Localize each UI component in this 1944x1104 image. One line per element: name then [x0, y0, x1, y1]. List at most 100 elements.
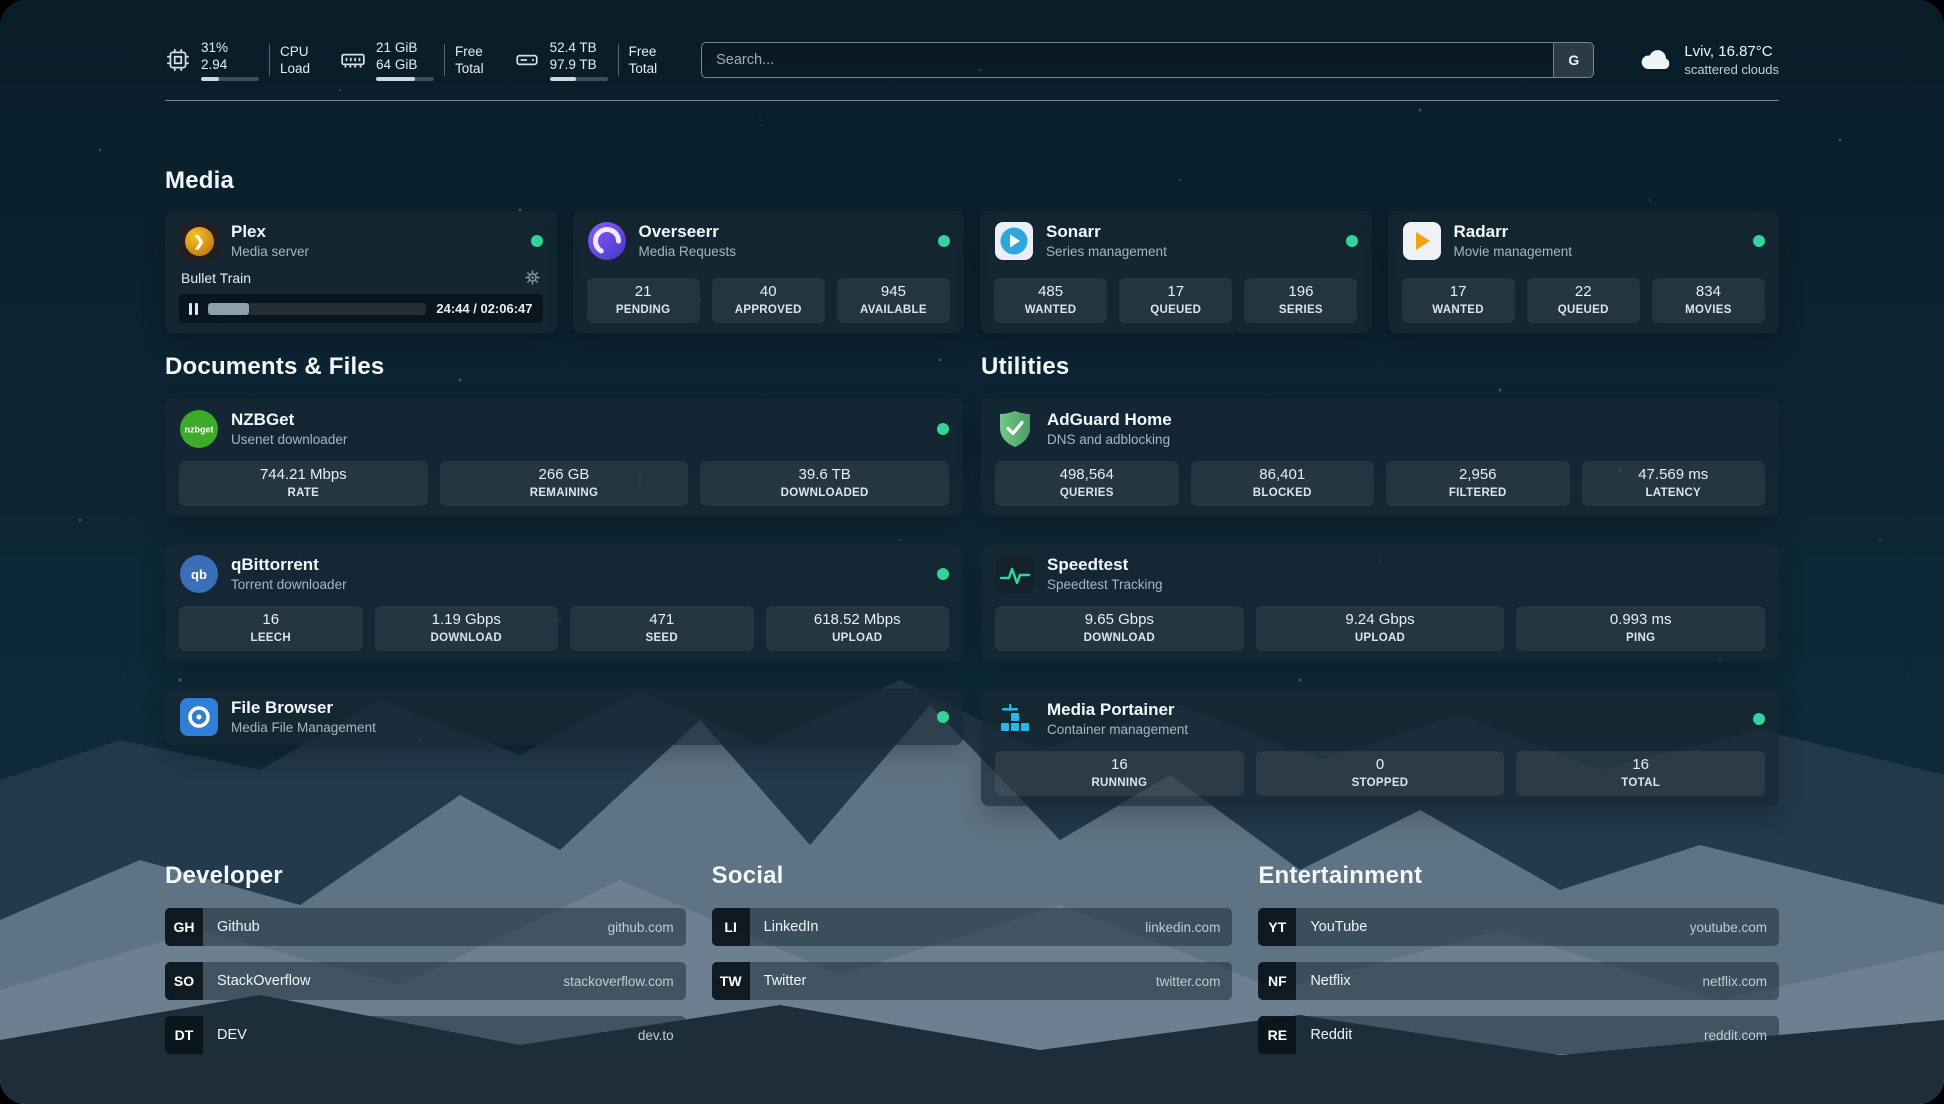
- stat-value: 22: [1531, 283, 1636, 301]
- bookmark-name: Github: [217, 919, 260, 935]
- stat-tile: 16 TOTAL: [1516, 751, 1765, 796]
- bookmarks-social: Social LILinkedInlinkedin.comTWTwittertw…: [712, 862, 1233, 1070]
- card-adguard[interactable]: AdGuard Home DNS and adblocking 498,564Q…: [981, 399, 1779, 516]
- overseerr-stats: 21PENDING40APPROVED945AVAILABLE: [587, 266, 951, 323]
- status-dot: [937, 423, 949, 435]
- status-dot: [531, 235, 543, 247]
- stat-tile: 744.21 MbpsRATE: [179, 461, 428, 506]
- card-subtitle: DNS and adblocking: [1047, 432, 1172, 448]
- card-nzbget[interactable]: nzbget NZBGet Usenet downloader 744.21 M…: [165, 399, 963, 516]
- cloud-icon: [1638, 42, 1674, 78]
- bookmark-reddit[interactable]: RERedditreddit.com: [1258, 1016, 1779, 1054]
- sonarr-icon: [994, 221, 1034, 261]
- bookmark-stackoverflow[interactable]: SOStackOverflowstackoverflow.com: [165, 962, 686, 1000]
- bookmark-youtube[interactable]: YT YouTube youtube.com: [1258, 908, 1779, 946]
- bookmark-url: stackoverflow.com: [563, 974, 673, 989]
- card-title: NZBGet: [231, 410, 347, 430]
- bookmark-url: dev.to: [638, 1028, 674, 1043]
- header-divider: [165, 100, 1779, 101]
- bookmark-netflix[interactable]: NFNetflixnetflix.com: [1258, 962, 1779, 1000]
- disk-icon: [514, 47, 540, 73]
- card-overseerr[interactable]: Overseerr Media Requests 21PENDING40APPR…: [573, 211, 965, 333]
- stat-value: 47.569 ms: [1586, 466, 1762, 484]
- bookmark-linkedin[interactable]: LILinkedInlinkedin.com: [712, 908, 1233, 946]
- card-plex[interactable]: ❯ Plex Media server Bullet Train: [165, 211, 557, 333]
- qbittorrent-stats: 16LEECH1.19 GbpsDOWNLOAD471SEED618.52 Mb…: [179, 594, 949, 651]
- stat-value: 498,564: [999, 466, 1175, 484]
- stat-value: 16: [183, 611, 359, 629]
- stat-label: QUEUED: [1123, 304, 1228, 317]
- stat-value: 834: [1656, 283, 1761, 301]
- stat-value: 39.6 TB: [704, 466, 945, 484]
- stat-label: DOWNLOAD: [999, 632, 1240, 645]
- now-playing-title: Bullet Train: [181, 270, 251, 286]
- speedtest-stats: 9.65 GbpsDOWNLOAD9.24 GbpsUPLOAD0.993 ms…: [995, 594, 1765, 651]
- stat-tile: 9.65 GbpsDOWNLOAD: [995, 606, 1244, 651]
- search-provider-button[interactable]: G: [1553, 43, 1593, 77]
- radarr-stats: 17WANTED22QUEUED834MOVIES: [1402, 266, 1766, 323]
- card-subtitle: Torrent downloader: [231, 577, 347, 593]
- bookmark-url: linkedin.com: [1145, 920, 1220, 935]
- stat-tile: 2,956FILTERED: [1386, 461, 1570, 506]
- bookmark-name: YouTube: [1310, 919, 1367, 935]
- bookmark-icon: SO: [165, 962, 203, 1000]
- plex-now-playing: Bullet Train 24:44 / 02:06:47: [179, 261, 543, 323]
- bookmark-url: youtube.com: [1690, 920, 1767, 935]
- memory-label-2: Total: [455, 60, 484, 77]
- bookmark-icon: YT: [1258, 908, 1296, 946]
- stat-tile: 47.569 ms LATENCY: [1582, 461, 1766, 506]
- media-grid: ❯ Plex Media server Bullet Train: [165, 211, 1779, 333]
- stat-label: SEED: [574, 632, 750, 645]
- stat-label: PENDING: [591, 304, 696, 317]
- stat-label: WANTED: [998, 304, 1103, 317]
- search-input[interactable]: [702, 43, 1553, 77]
- memory-widget: 21 GiB 64 GiB Free Total: [340, 39, 484, 81]
- stat-value: 16: [1520, 756, 1761, 774]
- stat-label: TOTAL: [1520, 777, 1761, 790]
- section-title-social: Social: [712, 862, 1233, 890]
- stat-tile: 0.993 msPING: [1516, 606, 1765, 651]
- status-dot: [938, 235, 950, 247]
- card-radarr[interactable]: Radarr Movie management 17WANTED22QUEUED…: [1388, 211, 1780, 333]
- card-filebrowser[interactable]: File Browser Media File Management: [165, 689, 963, 745]
- stat-value: 266 GB: [444, 466, 685, 484]
- card-qbittorrent[interactable]: qb qBittorrent Torrent downloader 16LEEC…: [165, 544, 963, 661]
- disk-label-2: Total: [629, 60, 658, 77]
- bookmark-github[interactable]: GHGithubgithub.com: [165, 908, 686, 946]
- card-portainer[interactable]: Media Portainer Container management 16R…: [981, 689, 1779, 806]
- bookmark-icon: TW: [712, 962, 750, 1000]
- stat-label: RATE: [183, 487, 424, 500]
- stat-value: 2,956: [1390, 466, 1566, 484]
- stat-label: UPLOAD: [770, 632, 946, 645]
- card-subtitle: Media server: [231, 244, 309, 260]
- portainer-stats: 16RUNNING0STOPPED16TOTAL: [995, 739, 1765, 796]
- disk-bar: [550, 77, 608, 81]
- cpu-percent: 31%: [201, 39, 259, 56]
- cpu-label-1: CPU: [280, 43, 310, 60]
- status-dot: [937, 711, 949, 723]
- stat-value: 471: [574, 611, 750, 629]
- card-sonarr[interactable]: Sonarr Series management 485WANTED17QUEU…: [980, 211, 1372, 333]
- svg-text:nzbget: nzbget: [185, 425, 214, 435]
- stat-tile: 266 GBREMAINING: [440, 461, 689, 506]
- memory-free: 21 GiB: [376, 39, 434, 56]
- stat-label: LATENCY: [1586, 487, 1762, 500]
- bookmark-twitter[interactable]: TWTwittertwitter.com: [712, 962, 1233, 1000]
- card-title: Media Portainer: [1047, 700, 1188, 720]
- card-subtitle: Series management: [1046, 244, 1167, 260]
- disk-total: 97.9 TB: [550, 56, 608, 73]
- stat-tile: 22QUEUED: [1527, 278, 1640, 323]
- card-speedtest[interactable]: Speedtest Speedtest Tracking 9.65 GbpsDO…: [981, 544, 1779, 661]
- portainer-icon: [995, 699, 1035, 739]
- stat-tile: 16LEECH: [179, 606, 363, 651]
- top-bar: 31% 2.94 CPU Load: [165, 0, 1779, 84]
- stat-value: 17: [1406, 283, 1511, 301]
- dashboard-window: 31% 2.94 CPU Load: [0, 0, 1944, 1104]
- card-subtitle: Container management: [1047, 722, 1188, 738]
- bookmark-url: netflix.com: [1702, 974, 1767, 989]
- gear-icon[interactable]: [524, 269, 541, 286]
- bookmark-name: Twitter: [764, 973, 807, 989]
- status-dot: [1346, 235, 1358, 247]
- stat-tile: 1.19 GbpsDOWNLOAD: [375, 606, 559, 651]
- bookmark-dev[interactable]: DTDEVdev.to: [165, 1016, 686, 1054]
